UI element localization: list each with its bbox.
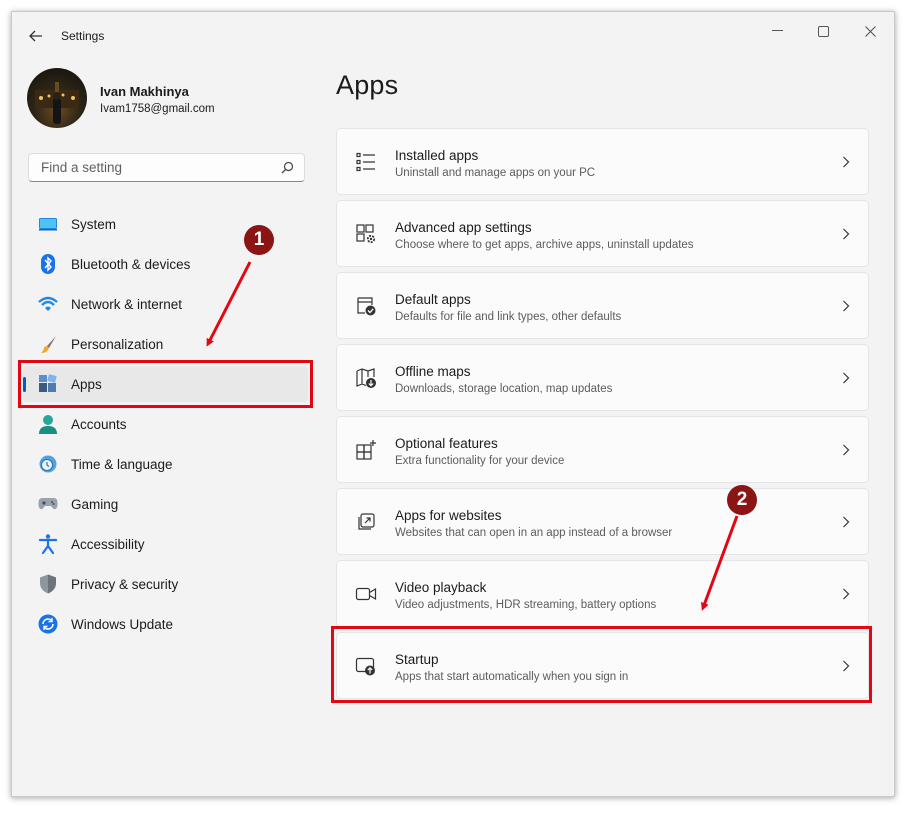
step-badge-2: 2 — [727, 485, 757, 515]
step-badge-1: 1 — [244, 225, 274, 255]
arrow-to-startup — [700, 515, 739, 611]
arrow-to-apps — [206, 261, 252, 347]
annotation-arrows — [206, 261, 739, 611]
